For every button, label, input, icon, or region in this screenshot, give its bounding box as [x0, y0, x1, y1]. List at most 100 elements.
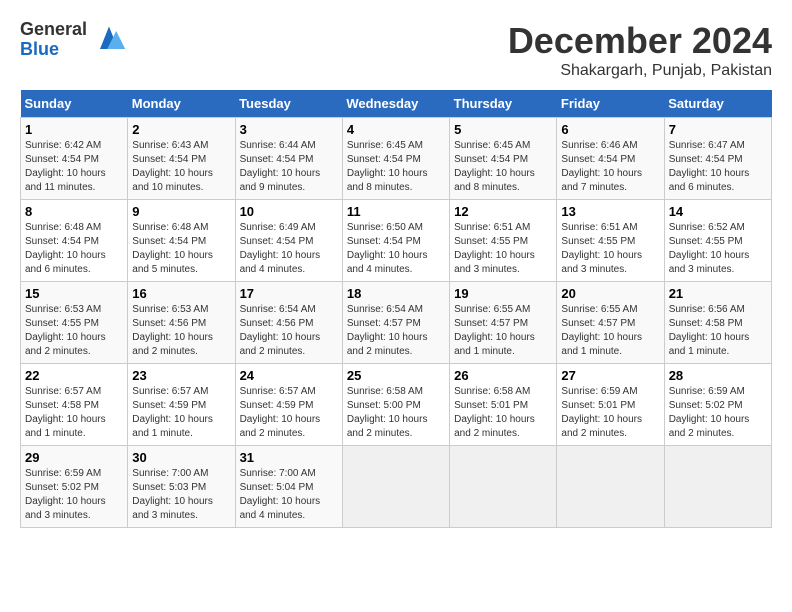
day-number: 11: [347, 204, 445, 219]
calendar-cell: 2 Sunrise: 6:43 AM Sunset: 4:54 PM Dayli…: [128, 118, 235, 200]
day-number: 5: [454, 122, 552, 137]
day-info: Sunrise: 6:45 AM Sunset: 4:54 PM Dayligh…: [347, 139, 445, 195]
calendar-cell: 30 Sunrise: 7:00 AM Sunset: 5:03 PM Dayl…: [128, 446, 235, 528]
calendar-cell: [450, 446, 557, 528]
calendar-cell: 27 Sunrise: 6:59 AM Sunset: 5:01 PM Dayl…: [557, 364, 664, 446]
calendar-cell: 8 Sunrise: 6:48 AM Sunset: 4:54 PM Dayli…: [21, 200, 128, 282]
day-number: 28: [669, 368, 767, 383]
calendar-cell: 23 Sunrise: 6:57 AM Sunset: 4:59 PM Dayl…: [128, 364, 235, 446]
day-info: Sunrise: 6:59 AM Sunset: 5:01 PM Dayligh…: [561, 385, 659, 441]
weekday-header-row: SundayMondayTuesdayWednesdayThursdayFrid…: [21, 90, 772, 118]
day-number: 12: [454, 204, 552, 219]
calendar-cell: 31 Sunrise: 7:00 AM Sunset: 5:04 PM Dayl…: [235, 446, 342, 528]
calendar-cell: 25 Sunrise: 6:58 AM Sunset: 5:00 PM Dayl…: [342, 364, 449, 446]
calendar-cell: 10 Sunrise: 6:49 AM Sunset: 4:54 PM Dayl…: [235, 200, 342, 282]
day-info: Sunrise: 6:56 AM Sunset: 4:58 PM Dayligh…: [669, 303, 767, 359]
weekday-sunday: Sunday: [21, 90, 128, 118]
day-number: 21: [669, 286, 767, 301]
day-number: 17: [240, 286, 338, 301]
location-title: Shakargarh, Punjab, Pakistan: [508, 62, 772, 80]
week-row-2: 8 Sunrise: 6:48 AM Sunset: 4:54 PM Dayli…: [21, 200, 772, 282]
month-title: December 2024: [508, 20, 772, 62]
day-info: Sunrise: 6:48 AM Sunset: 4:54 PM Dayligh…: [132, 221, 230, 277]
logo: General Blue: [20, 20, 127, 60]
day-number: 22: [25, 368, 123, 383]
day-number: 9: [132, 204, 230, 219]
day-number: 20: [561, 286, 659, 301]
calendar-cell: 9 Sunrise: 6:48 AM Sunset: 4:54 PM Dayli…: [128, 200, 235, 282]
week-row-1: 1 Sunrise: 6:42 AM Sunset: 4:54 PM Dayli…: [21, 118, 772, 200]
day-number: 29: [25, 450, 123, 465]
day-info: Sunrise: 6:51 AM Sunset: 4:55 PM Dayligh…: [561, 221, 659, 277]
week-row-4: 22 Sunrise: 6:57 AM Sunset: 4:58 PM Dayl…: [21, 364, 772, 446]
day-info: Sunrise: 6:55 AM Sunset: 4:57 PM Dayligh…: [561, 303, 659, 359]
calendar-cell: 3 Sunrise: 6:44 AM Sunset: 4:54 PM Dayli…: [235, 118, 342, 200]
day-info: Sunrise: 6:54 AM Sunset: 4:57 PM Dayligh…: [347, 303, 445, 359]
day-info: Sunrise: 6:58 AM Sunset: 5:00 PM Dayligh…: [347, 385, 445, 441]
day-info: Sunrise: 6:47 AM Sunset: 4:54 PM Dayligh…: [669, 139, 767, 195]
day-number: 19: [454, 286, 552, 301]
calendar-cell: [342, 446, 449, 528]
calendar-cell: 7 Sunrise: 6:47 AM Sunset: 4:54 PM Dayli…: [664, 118, 771, 200]
day-info: Sunrise: 6:59 AM Sunset: 5:02 PM Dayligh…: [25, 467, 123, 523]
day-number: 23: [132, 368, 230, 383]
day-number: 31: [240, 450, 338, 465]
day-info: Sunrise: 6:52 AM Sunset: 4:55 PM Dayligh…: [669, 221, 767, 277]
day-info: Sunrise: 6:46 AM Sunset: 4:54 PM Dayligh…: [561, 139, 659, 195]
day-info: Sunrise: 7:00 AM Sunset: 5:04 PM Dayligh…: [240, 467, 338, 523]
day-number: 25: [347, 368, 445, 383]
weekday-wednesday: Wednesday: [342, 90, 449, 118]
calendar-cell: 24 Sunrise: 6:57 AM Sunset: 4:59 PM Dayl…: [235, 364, 342, 446]
calendar-cell: 16 Sunrise: 6:53 AM Sunset: 4:56 PM Dayl…: [128, 282, 235, 364]
calendar-cell: 20 Sunrise: 6:55 AM Sunset: 4:57 PM Dayl…: [557, 282, 664, 364]
week-row-5: 29 Sunrise: 6:59 AM Sunset: 5:02 PM Dayl…: [21, 446, 772, 528]
day-number: 26: [454, 368, 552, 383]
day-number: 30: [132, 450, 230, 465]
calendar-cell: 13 Sunrise: 6:51 AM Sunset: 4:55 PM Dayl…: [557, 200, 664, 282]
calendar-cell: 18 Sunrise: 6:54 AM Sunset: 4:57 PM Dayl…: [342, 282, 449, 364]
weekday-thursday: Thursday: [450, 90, 557, 118]
day-number: 18: [347, 286, 445, 301]
day-info: Sunrise: 6:49 AM Sunset: 4:54 PM Dayligh…: [240, 221, 338, 277]
day-number: 1: [25, 122, 123, 137]
day-number: 14: [669, 204, 767, 219]
day-number: 10: [240, 204, 338, 219]
calendar-cell: [557, 446, 664, 528]
day-info: Sunrise: 6:57 AM Sunset: 4:59 PM Dayligh…: [240, 385, 338, 441]
calendar-cell: 22 Sunrise: 6:57 AM Sunset: 4:58 PM Dayl…: [21, 364, 128, 446]
calendar-cell: [664, 446, 771, 528]
calendar-cell: 4 Sunrise: 6:45 AM Sunset: 4:54 PM Dayli…: [342, 118, 449, 200]
day-info: Sunrise: 6:55 AM Sunset: 4:57 PM Dayligh…: [454, 303, 552, 359]
day-info: Sunrise: 6:50 AM Sunset: 4:54 PM Dayligh…: [347, 221, 445, 277]
day-info: Sunrise: 6:44 AM Sunset: 4:54 PM Dayligh…: [240, 139, 338, 195]
calendar-cell: 15 Sunrise: 6:53 AM Sunset: 4:55 PM Dayl…: [21, 282, 128, 364]
day-info: Sunrise: 6:45 AM Sunset: 4:54 PM Dayligh…: [454, 139, 552, 195]
day-info: Sunrise: 6:53 AM Sunset: 4:56 PM Dayligh…: [132, 303, 230, 359]
day-number: 6: [561, 122, 659, 137]
day-info: Sunrise: 6:57 AM Sunset: 4:58 PM Dayligh…: [25, 385, 123, 441]
day-info: Sunrise: 7:00 AM Sunset: 5:03 PM Dayligh…: [132, 467, 230, 523]
weekday-monday: Monday: [128, 90, 235, 118]
day-info: Sunrise: 6:43 AM Sunset: 4:54 PM Dayligh…: [132, 139, 230, 195]
logo-icon: [91, 22, 127, 58]
day-info: Sunrise: 6:59 AM Sunset: 5:02 PM Dayligh…: [669, 385, 767, 441]
day-info: Sunrise: 6:54 AM Sunset: 4:56 PM Dayligh…: [240, 303, 338, 359]
day-number: 2: [132, 122, 230, 137]
day-number: 24: [240, 368, 338, 383]
day-number: 7: [669, 122, 767, 137]
day-number: 3: [240, 122, 338, 137]
calendar-cell: 1 Sunrise: 6:42 AM Sunset: 4:54 PM Dayli…: [21, 118, 128, 200]
day-info: Sunrise: 6:58 AM Sunset: 5:01 PM Dayligh…: [454, 385, 552, 441]
calendar-cell: 26 Sunrise: 6:58 AM Sunset: 5:01 PM Dayl…: [450, 364, 557, 446]
day-number: 13: [561, 204, 659, 219]
calendar-cell: 6 Sunrise: 6:46 AM Sunset: 4:54 PM Dayli…: [557, 118, 664, 200]
weekday-saturday: Saturday: [664, 90, 771, 118]
weekday-tuesday: Tuesday: [235, 90, 342, 118]
day-number: 4: [347, 122, 445, 137]
calendar-cell: 29 Sunrise: 6:59 AM Sunset: 5:02 PM Dayl…: [21, 446, 128, 528]
day-number: 16: [132, 286, 230, 301]
day-info: Sunrise: 6:51 AM Sunset: 4:55 PM Dayligh…: [454, 221, 552, 277]
day-info: Sunrise: 6:42 AM Sunset: 4:54 PM Dayligh…: [25, 139, 123, 195]
calendar-cell: 17 Sunrise: 6:54 AM Sunset: 4:56 PM Dayl…: [235, 282, 342, 364]
day-info: Sunrise: 6:57 AM Sunset: 4:59 PM Dayligh…: [132, 385, 230, 441]
